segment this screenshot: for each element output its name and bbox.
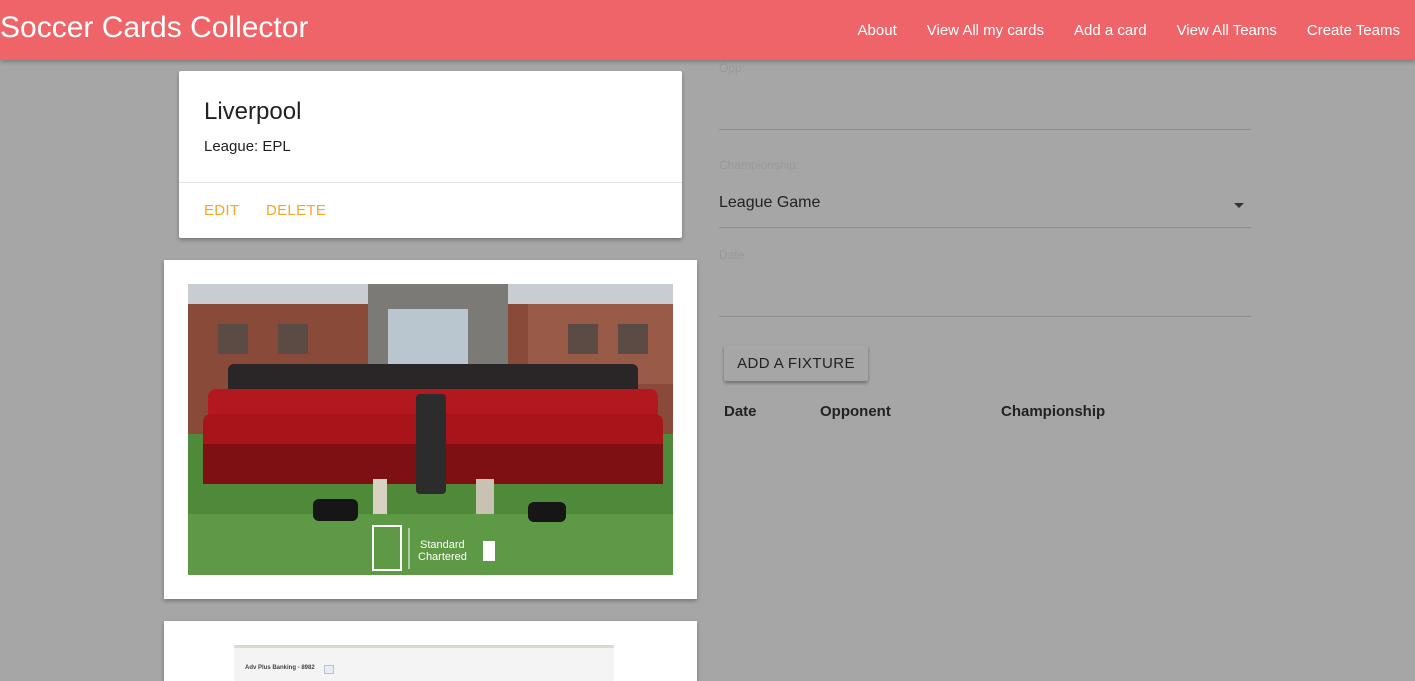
team-league: League: EPL — [204, 138, 291, 155]
championship-underline — [719, 227, 1251, 228]
add-fixture-button[interactable]: ADD A FIXTURE — [724, 345, 868, 381]
team-photo-card: Standard Chartered — [164, 260, 697, 599]
card-divider — [179, 182, 682, 183]
sponsor-line2: Chartered — [418, 551, 467, 563]
table-header-date: Date — [724, 403, 757, 420]
app-brand[interactable]: Soccer Cards Collector — [0, 10, 308, 46]
championship-label: Championship: — [719, 158, 800, 172]
nav-about-link[interactable]: About — [843, 22, 912, 39]
secondary-card-text: Adv Plus Banking - 8982 — [245, 665, 315, 671]
table-header-opponent: Opponent — [820, 403, 891, 420]
championship-select[interactable]: League Game — [719, 194, 820, 212]
delete-button[interactable]: DELETE — [266, 202, 326, 219]
sponsor-line1: Standard — [420, 539, 465, 551]
nav-create-teams-link[interactable]: Create Teams — [1292, 22, 1415, 39]
chevron-down-icon[interactable] — [1234, 203, 1244, 208]
team-name: Liverpool — [204, 98, 302, 125]
opp-label: Opp: — [719, 61, 746, 75]
edit-button[interactable]: EDIT — [204, 202, 239, 219]
date-input-underline[interactable] — [719, 316, 1251, 317]
table-header-championship: Championship — [1001, 403, 1106, 420]
secondary-card-checkbox — [324, 665, 334, 674]
nav-add-card-link[interactable]: Add a card — [1059, 22, 1162, 39]
date-label: Date: — [719, 248, 748, 262]
nav-view-all-cards-link[interactable]: View All my cards — [912, 22, 1059, 39]
team-photo: Standard Chartered — [188, 284, 673, 575]
opp-input-underline[interactable] — [719, 129, 1251, 130]
secondary-card-image: Adv Plus Banking - 8982 — [234, 645, 614, 681]
nav-view-all-teams-link[interactable]: View All Teams — [1162, 22, 1292, 39]
team-card: Liverpool League: EPL EDIT DELETE — [179, 71, 682, 238]
secondary-card: Adv Plus Banking - 8982 — [164, 621, 697, 681]
nav-links: About View All my cards Add a card View … — [843, 0, 1415, 60]
top-navbar: Soccer Cards Collector About View All my… — [0, 0, 1415, 60]
